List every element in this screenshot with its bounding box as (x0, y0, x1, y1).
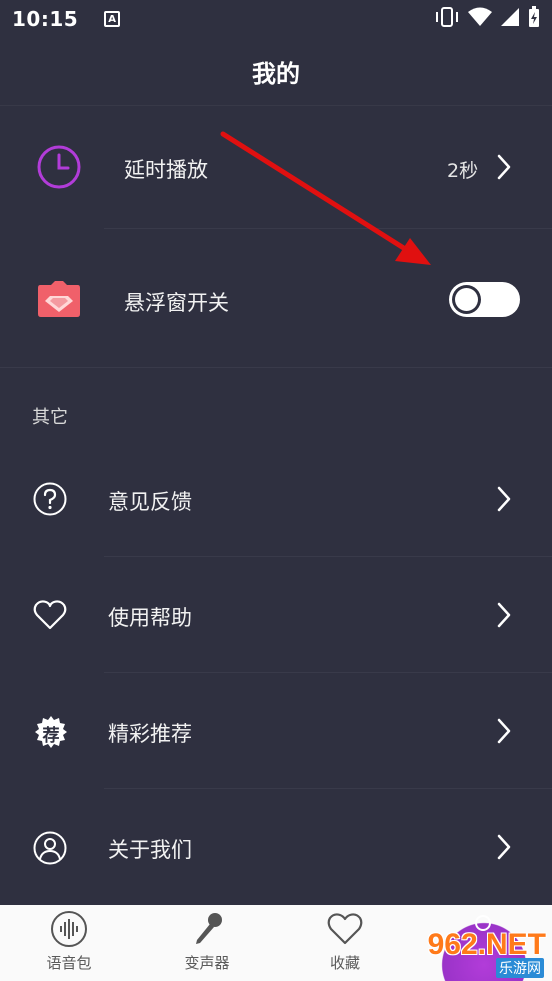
microphone-icon (196, 913, 222, 944)
nav-label: 收藏 (329, 954, 360, 972)
section-divider (0, 367, 552, 368)
menu-item-recommend[interactable]: 荐 精彩推荐 (0, 673, 552, 789)
delay-play-row[interactable]: 延时播放 2秒 (0, 106, 552, 228)
nav-label: 变声器 (184, 954, 230, 972)
float-window-label: 悬浮窗开关 (124, 291, 229, 315)
feedback-label: 意见反馈 (108, 490, 192, 514)
menu-item-feedback[interactable]: 意见反馈 (0, 441, 552, 557)
menu-item-help[interactable]: 使用帮助 (0, 557, 552, 673)
delay-play-value: 2秒 (447, 160, 479, 182)
heart-outline-icon (33, 599, 67, 631)
user-circle-icon (33, 831, 67, 865)
menu-item-about[interactable]: 关于我们 (0, 789, 552, 905)
status-time: 10:15 (12, 7, 79, 31)
recommend-badge-text: 荐 (42, 726, 60, 746)
nav-item-voice-pack[interactable]: 语音包 (0, 905, 138, 981)
chevron-right-icon (496, 485, 512, 517)
recommend-badge-icon: 荐 (34, 715, 68, 749)
float-window-icon (37, 279, 81, 319)
help-circle-icon (33, 482, 67, 516)
recommend-label: 精彩推荐 (108, 722, 192, 746)
watermark-subtitle: 乐游网 (496, 958, 544, 978)
section-label-other: 其它 (32, 407, 68, 428)
chevron-right-icon (496, 601, 512, 633)
delay-play-label: 延时播放 (124, 158, 208, 182)
nav-item-favorites[interactable]: 收藏 (276, 905, 414, 981)
title-bar: 我的 (0, 38, 552, 106)
nav-item-voice-changer[interactable]: 变声器 (138, 905, 276, 981)
chevron-right-icon (496, 833, 512, 865)
status-bar: 10:15 A (0, 0, 552, 38)
chevron-right-icon (496, 153, 512, 185)
toggle-knob (452, 285, 481, 314)
nav-label: 语音包 (46, 954, 92, 972)
vibrate-icon (436, 7, 458, 27)
wifi-icon (468, 7, 492, 26)
signal-icon (501, 8, 519, 26)
about-label: 关于我们 (108, 838, 192, 862)
status-icons (434, 6, 540, 28)
chevron-right-icon (496, 717, 512, 749)
help-label: 使用帮助 (108, 606, 192, 630)
battery-icon (529, 6, 539, 27)
clock-icon (36, 144, 82, 190)
notification-icon: A (104, 11, 121, 27)
waveform-icon (51, 911, 87, 947)
watermark-logo: 962.NET (427, 928, 546, 961)
page-title: 我的 (252, 60, 300, 88)
heart-icon (327, 913, 363, 945)
float-window-toggle[interactable] (449, 282, 520, 317)
